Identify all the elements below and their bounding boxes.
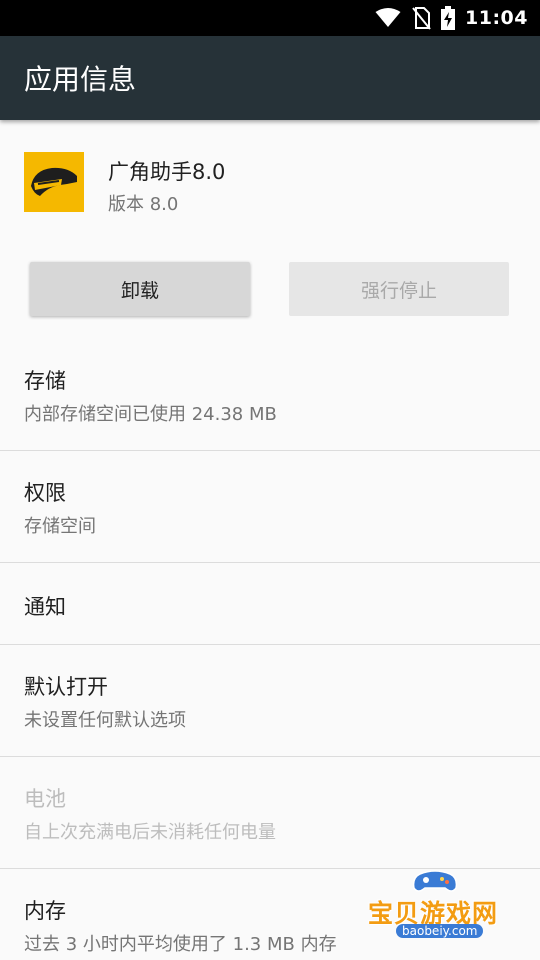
status-bar: 11:04 bbox=[0, 0, 540, 36]
pref-summary: 过去 3 小时内平均使用了 1.3 MB 内存 bbox=[24, 934, 337, 955]
app-name: 广角助手8.0 bbox=[108, 160, 226, 184]
pref-permissions[interactable]: 权限 存储空间 bbox=[0, 451, 540, 563]
pref-title: 通知 bbox=[24, 595, 66, 619]
pref-summary: 存储空间 bbox=[24, 516, 96, 537]
pref-title: 电池 bbox=[24, 787, 66, 811]
pref-storage[interactable]: 存储 内部存储空间已使用 24.38 MB bbox=[0, 339, 540, 451]
status-time: 11:04 bbox=[465, 7, 528, 29]
no-sim-icon bbox=[412, 7, 431, 30]
pref-summary: 自上次充满电后未消耗任何电量 bbox=[24, 822, 276, 843]
battery-charging-icon bbox=[441, 6, 456, 30]
uninstall-button[interactable]: 卸载 bbox=[30, 262, 250, 316]
pref-notifications[interactable]: 通知 bbox=[0, 563, 540, 645]
app-bar: 应用信息 bbox=[0, 36, 540, 120]
pref-summary: 内部存储空间已使用 24.38 MB bbox=[24, 404, 277, 425]
app-version: 版本 8.0 bbox=[108, 194, 179, 215]
status-icons: 11:04 bbox=[375, 0, 528, 36]
pref-title: 存储 bbox=[24, 369, 66, 393]
page-title: 应用信息 bbox=[24, 63, 137, 96]
app-header: 广角助手8.0 版本 8.0 bbox=[0, 120, 540, 240]
pref-title: 内存 bbox=[24, 899, 66, 923]
force-stop-button: 强行停止 bbox=[289, 262, 509, 316]
pref-open-by-default[interactable]: 默认打开 未设置任何默认选项 bbox=[0, 645, 540, 757]
app-icon bbox=[24, 152, 84, 212]
pref-battery: 电池 自上次充满电后未消耗任何电量 bbox=[0, 757, 540, 869]
pref-title: 权限 bbox=[24, 481, 66, 505]
gamepad-icon bbox=[412, 870, 458, 892]
pref-title: 默认打开 bbox=[24, 675, 108, 699]
pref-summary: 未设置任何默认选项 bbox=[24, 710, 186, 731]
wifi-icon bbox=[375, 8, 401, 27]
watermark-logo: 宝贝游戏网 baobeiy.com bbox=[362, 868, 512, 960]
watermark-url: baobeiy.com bbox=[396, 924, 484, 938]
helmet-icon bbox=[31, 167, 77, 196]
